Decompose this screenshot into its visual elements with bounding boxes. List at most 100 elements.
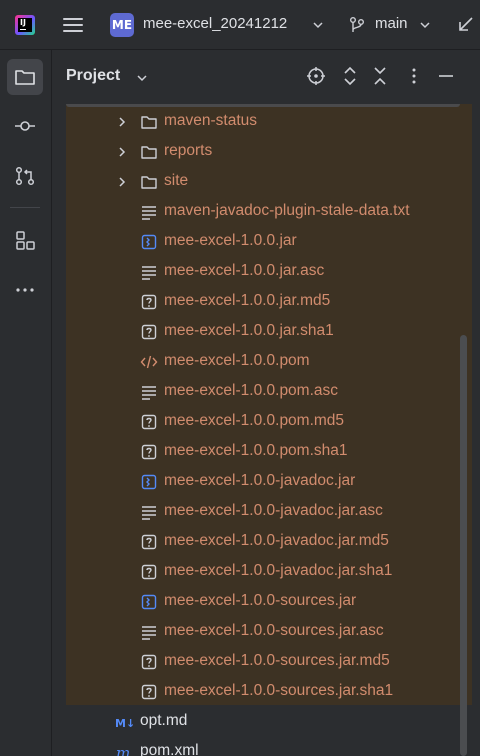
unknown-file-icon — [141, 564, 157, 580]
project-badge[interactable]: ME — [110, 13, 134, 37]
file-label: mee-excel-1.0.0-sources.jar.md5 — [164, 652, 390, 669]
commit-tool-button[interactable] — [7, 108, 43, 144]
folder-label: maven-status — [164, 112, 258, 129]
hide-panel-icon[interactable] — [436, 66, 456, 86]
tree-file-row[interactable]: maven-javadoc-plugin-stale-data.txt — [52, 197, 472, 227]
chevron-right-icon[interactable] — [116, 116, 128, 128]
folder-icon — [141, 176, 157, 189]
locate-file-icon[interactable] — [306, 66, 326, 86]
tree-file-row[interactable]: mee-excel-1.0.0-sources.jar — [52, 587, 472, 617]
unknown-file-icon — [141, 324, 157, 340]
tree-file-row[interactable]: mee-excel-1.0.0.jar.md5 — [52, 287, 472, 317]
file-label: mee-excel-1.0.0-sources.jar — [164, 592, 357, 609]
tree-file-row[interactable]: mee-excel-1.0.0-sources.jar.sha1 — [52, 677, 472, 707]
unknown-file-icon — [141, 684, 157, 700]
more-horizontal-icon — [16, 288, 34, 292]
tool-separator — [10, 207, 40, 208]
project-tree: maven-status reports site maven-javadoc-plu… — [52, 104, 472, 756]
tool-window-strip — [0, 50, 52, 756]
markdown-icon: M↓ — [115, 717, 133, 730]
main-menu-icon[interactable] — [62, 14, 84, 36]
text-icon — [142, 626, 156, 640]
tree-file-row[interactable]: mee-excel-1.0.0.jar — [52, 227, 472, 257]
tree-file-row[interactable]: mee-excel-1.0.0-javadoc.jar.asc — [52, 497, 472, 527]
tree-file-row[interactable]: mee-excel-1.0.0.pom.md5 — [52, 407, 472, 437]
svg-text:M↓: M↓ — [115, 717, 133, 730]
jar-icon — [141, 594, 157, 610]
chevron-down-icon[interactable] — [136, 72, 148, 84]
file-label: mee-excel-1.0.0.jar.asc — [164, 262, 325, 279]
folder-icon — [15, 70, 35, 85]
jar-icon — [141, 234, 157, 250]
options-kebab-icon[interactable] — [404, 66, 424, 86]
tree-file-row[interactable]: m pom.xml — [52, 737, 472, 756]
file-label: mee-excel-1.0.0-javadoc.jar — [164, 472, 356, 489]
collapse-all-icon[interactable] — [370, 66, 390, 86]
folder-label: site — [164, 172, 189, 189]
tree-file-row[interactable]: mee-excel-1.0.0.pom.sha1 — [52, 437, 472, 467]
tree-file-row[interactable]: mee-excel-1.0.0-javadoc.jar.sha1 — [52, 557, 472, 587]
text-icon — [142, 266, 156, 280]
commit-icon — [15, 121, 35, 131]
file-label: mee-excel-1.0.0-sources.jar.sha1 — [164, 682, 394, 699]
tree-folder-row[interactable]: maven-status — [52, 107, 472, 137]
tree-folder-row[interactable]: site — [52, 167, 472, 197]
panel-title[interactable]: Project — [66, 67, 120, 85]
unknown-file-icon — [141, 534, 157, 550]
tree-file-row[interactable]: mee-excel-1.0.0-javadoc.jar.md5 — [52, 527, 472, 557]
tree-file-row[interactable]: mee-excel-1.0.0-sources.jar.md5 — [52, 647, 472, 677]
tree-file-row[interactable]: mee-excel-1.0.0-javadoc.jar — [52, 467, 472, 497]
file-label: mee-excel-1.0.0.pom.asc — [164, 382, 339, 399]
file-label: mee-excel-1.0.0-sources.jar.asc — [164, 622, 384, 639]
tree-file-row[interactable]: mee-excel-1.0.0-sources.jar.asc — [52, 617, 472, 647]
maven-icon: m — [116, 744, 130, 756]
tree-file-row[interactable]: mee-excel-1.0.0.pom — [52, 347, 472, 377]
tree-file-row[interactable]: mee-excel-1.0.0.jar.sha1 — [52, 317, 472, 347]
unknown-file-icon — [141, 414, 157, 430]
intellij-logo-icon[interactable]: IJ — [15, 15, 35, 35]
file-label: mee-excel-1.0.0-javadoc.jar.asc — [164, 502, 383, 519]
unknown-file-icon — [141, 654, 157, 670]
chevron-down-icon[interactable] — [419, 19, 431, 31]
folder-icon — [141, 146, 157, 159]
structure-icon — [16, 231, 35, 250]
update-project-icon[interactable] — [456, 15, 476, 35]
tree-file-row[interactable]: mee-excel-1.0.0.jar.asc — [52, 257, 472, 287]
file-label: mee-excel-1.0.0.pom.sha1 — [164, 442, 348, 459]
text-icon — [142, 206, 156, 220]
pull-request-icon — [15, 166, 35, 186]
file-label: mee-excel-1.0.0.jar — [164, 232, 297, 249]
file-label: mee-excel-1.0.0.pom — [164, 352, 310, 369]
file-label: mee-excel-1.0.0.jar.sha1 — [164, 322, 334, 339]
file-label: pom.xml — [140, 742, 199, 756]
file-label: mee-excel-1.0.0.jar.md5 — [164, 292, 331, 309]
chevron-right-icon[interactable] — [116, 146, 128, 158]
unknown-file-icon — [141, 444, 157, 460]
title-bar: IJ ME mee-excel_20241212 main — [0, 0, 480, 50]
folder-icon — [141, 116, 157, 129]
chevron-right-icon[interactable] — [116, 176, 128, 188]
text-icon — [142, 506, 156, 520]
pull-requests-tool-button[interactable] — [7, 158, 43, 194]
structure-tool-button[interactable] — [7, 222, 43, 258]
file-label: mee-excel-1.0.0-javadoc.jar.md5 — [164, 532, 389, 549]
svg-text:m: m — [116, 744, 130, 756]
project-tool-button[interactable] — [7, 59, 43, 95]
more-tools-button[interactable] — [7, 272, 43, 308]
project-panel-header: Project — [52, 50, 480, 104]
branch-name-dropdown[interactable]: main — [375, 15, 408, 32]
project-name-dropdown[interactable]: mee-excel_20241212 — [143, 15, 287, 32]
git-branch-icon[interactable] — [347, 15, 367, 35]
folder-label: reports — [164, 142, 213, 159]
jar-icon — [141, 474, 157, 490]
project-panel: Project maven-status reports site maven-jav… — [52, 50, 480, 756]
xml-icon — [140, 355, 158, 369]
vertical-scrollbar[interactable] — [460, 335, 467, 756]
expand-all-icon[interactable] — [340, 66, 360, 86]
chevron-down-icon[interactable] — [312, 19, 324, 31]
tree-file-row[interactable]: M↓ opt.md — [52, 707, 472, 737]
tree-file-row[interactable]: mee-excel-1.0.0.pom.asc — [52, 377, 472, 407]
unknown-file-icon — [141, 294, 157, 310]
file-label: maven-javadoc-plugin-stale-data.txt — [164, 202, 410, 219]
tree-folder-row[interactable]: reports — [52, 137, 472, 167]
